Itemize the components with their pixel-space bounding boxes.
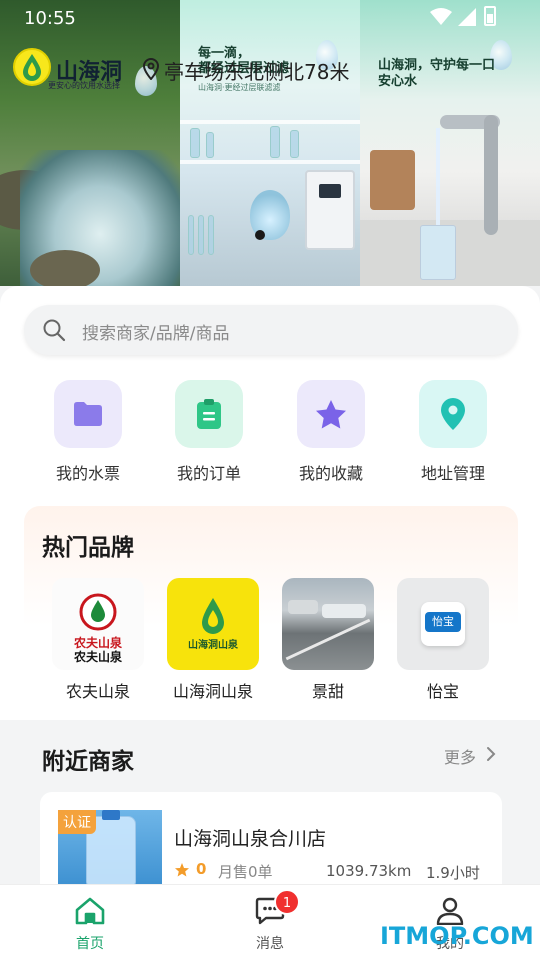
banner-slogan-faucet: 山海洞，守护每一口安心水 bbox=[378, 58, 496, 89]
current-location[interactable]: 亭车场东北侧北78米 bbox=[164, 56, 349, 85]
shop-name: 山海洞山泉合川店 bbox=[174, 828, 327, 850]
tab-home[interactable]: 首页 bbox=[50, 897, 130, 953]
shop-distance: 1039.73km bbox=[326, 862, 412, 880]
clipboard-icon bbox=[175, 380, 243, 448]
section-title-nearby: 附近商家 bbox=[42, 749, 134, 775]
section-title-hot-brands: 热门品牌 bbox=[42, 535, 134, 561]
certified-badge: 认证 bbox=[58, 810, 96, 834]
brand-subtitle: 更安心的饮用水选择 bbox=[48, 81, 120, 90]
quick-action-favorites[interactable]: 我的收藏 bbox=[286, 380, 376, 484]
unread-messages-badge: 1 bbox=[274, 889, 300, 915]
quick-action-address-management[interactable]: 地址管理 bbox=[408, 380, 498, 484]
folder-icon bbox=[54, 380, 122, 448]
brand-item-nongfu[interactable]: 农夫山泉 农夫山泉 农夫山泉 bbox=[50, 578, 146, 702]
hot-brands-section: 热门品牌 农夫山泉 农夫山泉 农夫山泉 山海洞山泉 山海洞山泉 景甜 怡宝 怡宝 bbox=[24, 506, 518, 706]
brand-logo[interactable] bbox=[13, 48, 51, 86]
status-time: 10:55 bbox=[24, 8, 76, 29]
quick-action-water-tickets[interactable]: 我的水票 bbox=[43, 380, 133, 484]
hero-banner[interactable]: 每一滴， 都经过层层过滤 山海洞·更经过层联滤滤 山海洞，守护每一口安心水 bbox=[0, 0, 540, 286]
banner-image-faucet bbox=[360, 0, 540, 286]
brand-logo-nongfu: 农夫山泉 农夫山泉 bbox=[52, 578, 144, 670]
rating-star-icon bbox=[175, 863, 189, 877]
banner-image-lab bbox=[180, 0, 360, 286]
brand-item-yibao[interactable]: 怡宝 怡宝 bbox=[395, 578, 491, 702]
quick-action-my-orders[interactable]: 我的订单 bbox=[164, 380, 254, 484]
battery-icon bbox=[484, 6, 496, 26]
shop-delivery-time: 1.9小时 bbox=[426, 864, 480, 882]
brand-logo-yibao: 怡宝 bbox=[397, 578, 489, 670]
user-icon bbox=[436, 897, 464, 926]
search-icon bbox=[43, 319, 66, 342]
shop-rating: 0 bbox=[196, 860, 207, 878]
search-placeholder: 搜索商家/品牌/商品 bbox=[82, 324, 230, 344]
brand-item-shanhaidong[interactable]: 山海洞山泉 山海洞山泉 bbox=[165, 578, 261, 702]
brand-logo-shanhaidong: 山海洞山泉 bbox=[167, 578, 259, 670]
site-watermark: ITMOP.COM bbox=[380, 922, 534, 950]
signal-icon bbox=[458, 8, 476, 26]
map-pin-icon bbox=[419, 380, 487, 448]
banner-image-mountain-stream bbox=[0, 0, 180, 286]
wifi-icon bbox=[430, 8, 452, 25]
shop-monthly-sales: 月售0单 bbox=[218, 863, 273, 881]
brand-item-jingtian[interactable]: 景甜 bbox=[280, 578, 376, 702]
shop-thumbnail: 认证 bbox=[58, 810, 162, 890]
status-bar: 10:55 bbox=[0, 0, 540, 36]
water-drop-logo-icon bbox=[23, 54, 41, 81]
location-pin-icon bbox=[142, 58, 160, 80]
more-link[interactable]: 更多 bbox=[444, 744, 476, 768]
brand-image-jingtian bbox=[282, 578, 374, 670]
star-icon bbox=[297, 380, 365, 448]
search-bar[interactable]: 搜索商家/品牌/商品 bbox=[24, 305, 518, 355]
chevron-right-icon[interactable] bbox=[486, 746, 496, 762]
carousel-indicator[interactable] bbox=[255, 230, 265, 240]
home-icon bbox=[75, 897, 105, 925]
